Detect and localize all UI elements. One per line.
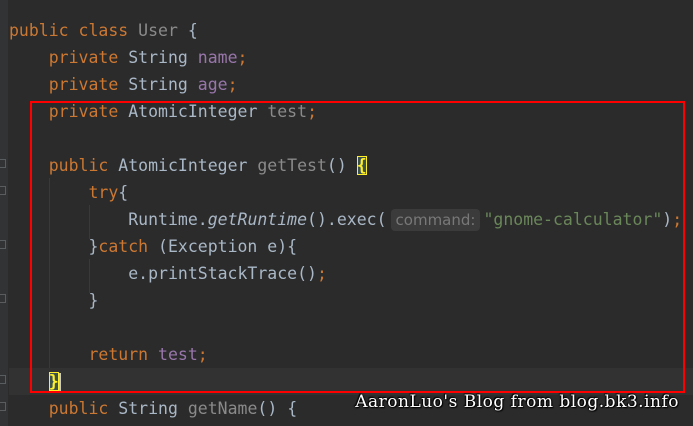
code-line-9[interactable]: }catch (Exception e){ <box>9 233 693 260</box>
open-brace: { <box>187 21 198 40</box>
return-type: AtomicInteger <box>118 156 248 175</box>
string-literal: "gnome-calculator" <box>483 210 663 229</box>
type-name: String <box>128 48 188 67</box>
fold-marker-icon[interactable] <box>0 159 6 168</box>
parens: () <box>326 156 347 175</box>
catch-params: (Exception e){ <box>148 237 298 256</box>
unused-field-name: test <box>267 102 308 121</box>
keyword-catch: catch <box>98 237 149 256</box>
fold-marker-icon[interactable] <box>0 402 6 411</box>
close-brace: } <box>88 237 99 256</box>
code-line-4[interactable]: private AtomicInteger test; <box>9 98 693 125</box>
keyword-try: try <box>88 183 119 202</box>
method-name: getName <box>187 399 258 418</box>
code-line-5[interactable] <box>9 125 693 152</box>
keyword-private: private <box>48 102 119 121</box>
semicolon: ; <box>672 210 683 229</box>
parameter-hint: command: <box>390 209 481 231</box>
code-line-14[interactable]: } <box>9 368 693 395</box>
fold-marker-icon[interactable] <box>0 375 6 384</box>
return-type: String <box>118 399 178 418</box>
keyword-private: private <box>48 75 119 94</box>
keyword-public: public <box>48 156 109 175</box>
semicolon: ; <box>316 264 327 283</box>
open-brace: { <box>118 183 129 202</box>
code-line-3[interactable]: private String age; <box>9 71 693 98</box>
field-name: age <box>197 75 228 94</box>
code-line-12[interactable] <box>9 314 693 341</box>
semicolon: ; <box>237 48 248 67</box>
method-call: ().exec( <box>307 210 387 229</box>
parens: () <box>257 399 278 418</box>
fold-marker-icon[interactable] <box>0 186 6 195</box>
receiver: Runtime. <box>128 210 208 229</box>
class-name: User <box>138 21 178 40</box>
fold-marker-icon[interactable] <box>0 240 6 249</box>
editor-gutter[interactable] <box>0 0 8 426</box>
method-call: e.printStackTrace() <box>128 264 317 283</box>
fold-marker-icon[interactable] <box>0 294 6 303</box>
code-line-2[interactable]: private String name; <box>9 44 693 71</box>
close-paren: ) <box>662 210 673 229</box>
code-line-6[interactable]: public AtomicInteger getTest() { <box>9 152 693 179</box>
code-line-10[interactable]: e.printStackTrace(); <box>9 260 693 287</box>
code-line-7[interactable]: try{ <box>9 179 693 206</box>
field-name: name <box>197 48 238 67</box>
semicolon: ; <box>197 345 208 364</box>
type-name: String <box>128 75 188 94</box>
semicolon: ; <box>227 75 238 94</box>
keyword-private: private <box>48 48 119 67</box>
code-editor[interactable]: public class User { private String name;… <box>9 17 693 422</box>
open-brace: { <box>287 399 298 418</box>
keyword-public: public <box>9 21 69 40</box>
close-brace: } <box>88 291 99 310</box>
code-line-8[interactable]: Runtime.getRuntime().exec(command: "gnome… <box>9 206 693 233</box>
matched-brace: } <box>48 372 59 391</box>
blog-watermark: AaronLuo's Blog from blog.bk3.info <box>355 392 679 412</box>
field-name: test <box>158 345 198 364</box>
code-line-11[interactable]: } <box>9 287 693 314</box>
code-line-13[interactable]: return test; <box>9 341 693 368</box>
code-line-1[interactable]: public class User { <box>9 17 693 44</box>
keyword-class: class <box>78 21 129 40</box>
keyword-return: return <box>88 345 149 364</box>
text-cursor <box>58 372 61 393</box>
matched-brace: { <box>356 156 367 175</box>
keyword-public: public <box>48 399 109 418</box>
type-name: AtomicInteger <box>128 102 258 121</box>
semicolon: ; <box>307 102 317 121</box>
method-name: getTest <box>257 156 327 175</box>
static-method-call: getRuntime <box>207 210 308 229</box>
